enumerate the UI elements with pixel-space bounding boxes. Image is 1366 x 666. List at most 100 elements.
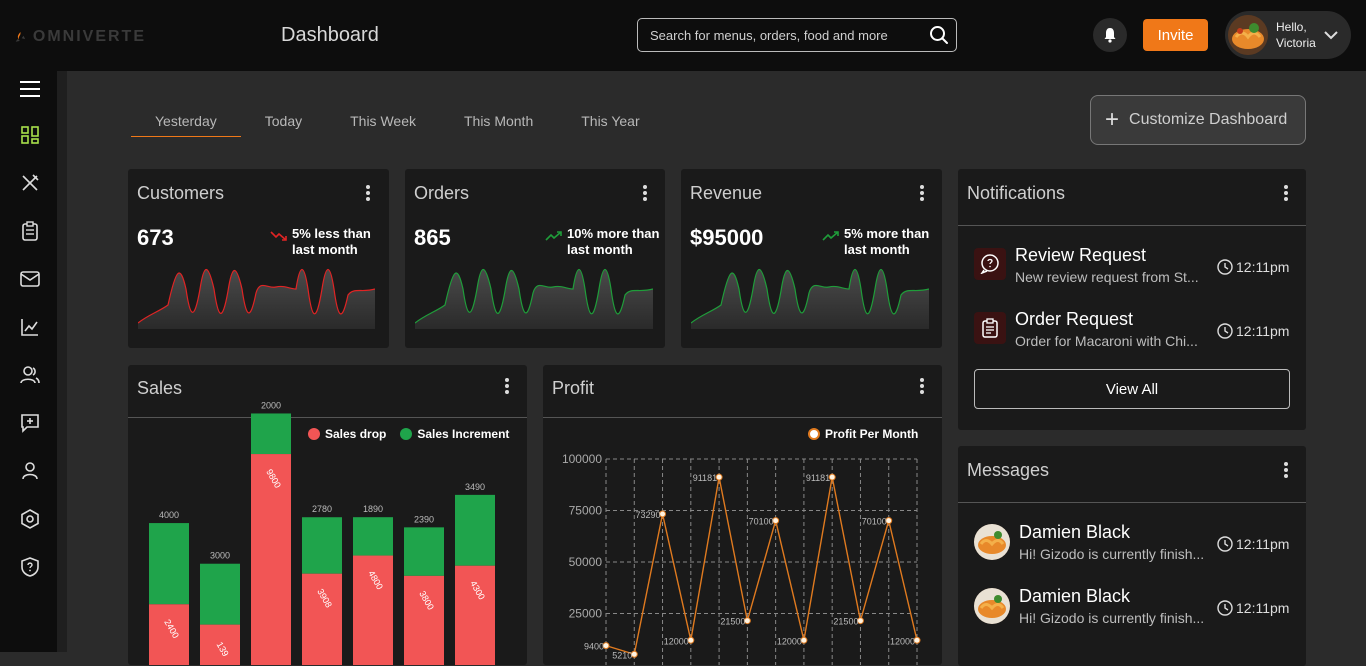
sales-drop-bar[interactable] [149,604,189,665]
sales-increment-bar[interactable] [455,494,495,566]
customize-dashboard-button[interactable]: + Customize Dashboard [1090,95,1306,145]
sidebar-item-settings[interactable] [15,504,45,534]
stat-card-revenue: Revenue $95000 5% more than last month [681,169,942,348]
stat-trend: 5% more than last month [822,226,929,258]
sales-increment-bar[interactable] [404,527,444,576]
sidebar-item-help[interactable] [15,552,45,582]
sales-increment-bar[interactable] [200,563,240,625]
notification-item[interactable]: Order Request Order for Macaroni with Ch… [974,309,1304,349]
sales-drop-bar[interactable] [251,454,291,665]
profit-chart-card: Profit Profit Per Month 100000 75000 50000… [543,365,942,665]
more-options-icon[interactable] [362,183,374,203]
view-all-button[interactable]: View All [974,369,1290,409]
clock-icon [1217,536,1233,552]
customers-sparkline [138,268,375,329]
clock-icon [1217,259,1233,275]
profile-menu[interactable]: Hello, Victoria [1225,11,1351,59]
sidebar-item-feedback[interactable] [15,408,45,438]
y-tick-label: 75000 [569,504,603,518]
message-item[interactable]: Damien Black Hi! Gizodo is currently fin… [974,586,1304,626]
messages-panel: Messages Damien Black Hi! Gizodo is curr… [958,446,1306,666]
clipboard-icon [22,221,38,241]
message-sender: Damien Black [1019,586,1131,606]
search-icon[interactable] [922,18,956,52]
point-label: 70100 [862,517,887,527]
sales-bar-chart: 4000240030001392000980027803908189048002… [149,400,495,665]
tab-yesterday[interactable]: Yesterday [131,105,241,137]
message-item[interactable]: Damien Black Hi! Gizodo is currently fin… [974,522,1304,562]
divider [958,502,1306,503]
sidebar-item-menu[interactable] [15,168,45,198]
stat-trend: 10% more than last month [545,226,659,258]
more-options-icon[interactable] [1280,460,1292,480]
more-options-icon[interactable] [1280,183,1292,203]
sidebar-item-dashboard[interactable] [15,120,45,150]
sales-increment-bar[interactable] [353,517,393,556]
main-content: Yesterday Today This Week This Month Thi… [67,71,1366,666]
sidebar-item-users[interactable] [15,360,45,390]
time-range-tabs: Yesterday Today This Week This Month Thi… [131,105,664,137]
revenue-sparkline [691,268,929,329]
sales-increment-bar[interactable] [149,523,189,605]
sidebar-menu-toggle[interactable] [15,74,45,104]
trend-line-1: 5% more than [844,226,930,241]
sales-increment-bar[interactable] [302,517,342,574]
clock-icon [1217,323,1233,339]
invite-button[interactable]: Invite [1143,19,1208,51]
avatar [974,588,1010,624]
message-time: 12:11pm [1217,600,1289,616]
trend-line-1: 5% less than [292,226,371,241]
message-time-text: 12:11pm [1236,600,1290,616]
notification-subtitle: New review request from St... [1015,269,1199,285]
stat-value: $95000 [690,225,764,250]
notification-item[interactable]: Review Request New review request from S… [974,245,1304,285]
notifications-title: Notifications [967,183,1066,203]
point-label: 12000 [777,636,802,646]
tab-this-week[interactable]: This Week [326,105,440,137]
data-label-top: 4000 [159,510,179,520]
y-tick-label: 100000 [562,452,602,466]
review-chat-icon [974,248,1006,280]
sidebar [0,71,57,652]
search-input[interactable] [638,27,922,43]
utensils-icon [22,174,39,191]
logo[interactable]: OMNIVERTE [14,22,146,52]
trend-down-icon [270,231,287,241]
sidebar-item-profile[interactable] [15,456,45,486]
sidebar-item-mail[interactable] [15,264,45,294]
greeting-line-2: Victoria [1276,36,1316,50]
data-label-top: 1890 [363,504,383,514]
message-time: 12:11pm [1217,536,1289,552]
stat-trend: 5% less than last month [270,226,371,258]
message-preview: Hi! Gizodo is currently finish... [1019,546,1205,562]
point-label: 70100 [749,517,774,527]
message-sender: Damien Black [1019,522,1131,542]
divider [958,225,1306,226]
users-icon [20,366,40,384]
stat-card-title: Revenue [690,183,763,203]
notification-time-text: 12:11pm [1236,259,1290,275]
sidebar-item-analytics[interactable] [15,312,45,342]
tab-this-month[interactable]: This Month [440,105,557,137]
more-options-icon[interactable] [916,183,928,203]
avatar [974,524,1010,560]
tab-this-year[interactable]: This Year [557,105,663,137]
notification-bell-button[interactable] [1093,18,1127,52]
more-options-icon[interactable] [639,183,651,203]
sidebar-item-orders[interactable] [15,216,45,246]
y-tick-label: 25000 [569,607,603,621]
notification-time: 12:11pm [1217,259,1289,275]
data-label-top: 2390 [414,514,434,524]
point-label: 91181 [806,473,830,483]
menu-icon [20,81,40,97]
dashboard-grid-icon [21,126,39,144]
avatar [1228,15,1268,55]
profit-line [605,477,918,656]
logo-mark-icon [15,31,26,42]
clock-icon [1217,600,1233,616]
trend-line-2: last month [567,242,633,257]
point-label: 91181 [693,473,717,483]
tab-today[interactable]: Today [241,105,326,137]
point-label: 12000 [664,636,689,646]
sales-increment-bar[interactable] [251,413,291,455]
